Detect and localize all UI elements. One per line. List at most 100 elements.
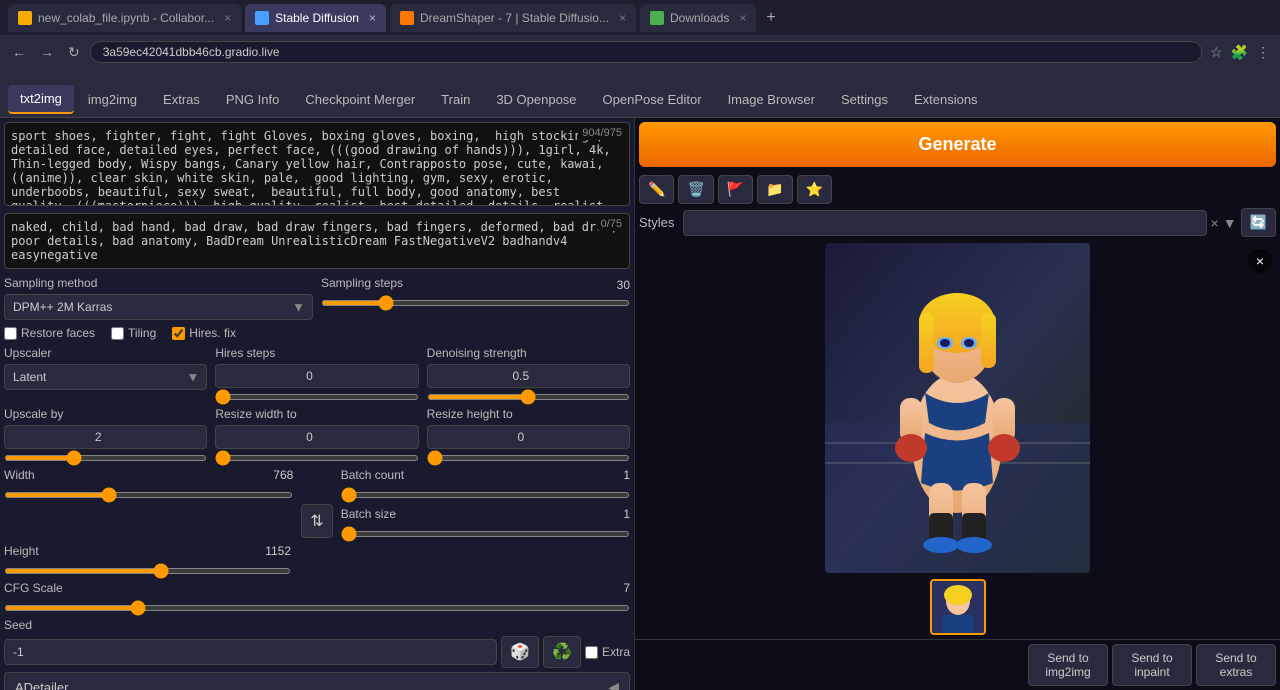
trash-icon[interactable]: 🗑️: [678, 175, 713, 204]
batch-count-section: Batch count 1: [341, 468, 630, 501]
hires-fix-label: Hires. fix: [189, 326, 236, 340]
batch-size-value: 1: [623, 507, 630, 525]
sampling-steps-slider[interactable]: [321, 300, 630, 306]
flag-icon[interactable]: 🚩: [718, 175, 753, 204]
seed-row: -1 🎲 ♻️ Extra: [4, 636, 630, 668]
nav-txt2img[interactable]: txt2img: [8, 85, 74, 114]
batch-size-label: Batch size: [341, 507, 396, 521]
hires-steps-slider[interactable]: [215, 394, 418, 400]
sampling-method-label: Sampling method: [4, 276, 313, 290]
batch-count-slider[interactable]: [341, 492, 630, 498]
hires-fix-checkbox[interactable]: Hires. fix: [172, 326, 236, 340]
resize-h-label: Resize height to: [427, 407, 630, 421]
denoising-input[interactable]: [427, 364, 630, 388]
right-panel: Generate ✏️ 🗑️ 🚩 📁 ⭐ Styles × ▼ 🔄: [635, 118, 1280, 690]
nav-settings[interactable]: Settings: [829, 86, 900, 113]
upscale-by-slider[interactable]: [4, 455, 207, 461]
styles-label: Styles: [639, 215, 679, 230]
hires-steps-input[interactable]: [215, 364, 418, 388]
bookmark-button[interactable]: ☆: [1208, 42, 1225, 63]
height-slider[interactable]: [4, 568, 291, 574]
nav-png-info[interactable]: PNG Info: [214, 86, 291, 113]
restore-faces-checkbox[interactable]: Restore faces: [4, 326, 95, 340]
send-to-inpaint-button[interactable]: Send toinpaint: [1112, 644, 1192, 686]
batch-size-slider[interactable]: [341, 531, 630, 537]
tab-colab-close[interactable]: ×: [224, 11, 231, 25]
tab-sd-label: Stable Diffusion: [275, 11, 359, 25]
styles-row: Styles × ▼ 🔄: [635, 208, 1280, 241]
tab-downloads[interactable]: Downloads ×: [640, 4, 756, 32]
positive-prompt-input[interactable]: sport shoes, fighter, fight, fight Glove…: [4, 122, 630, 206]
nav-extras[interactable]: Extras: [151, 86, 212, 113]
styles-refresh-button[interactable]: 🔄: [1241, 208, 1276, 237]
address-input[interactable]: 3a59ec42041dbb46cb.gradio.live: [90, 41, 1202, 63]
tab-sd-close[interactable]: ×: [369, 11, 376, 25]
tiling-checkbox[interactable]: Tiling: [111, 326, 156, 340]
restore-faces-input[interactable]: [4, 327, 17, 340]
cfg-slider[interactable]: [4, 605, 630, 611]
tab-dreamshaper-label: DreamShaper - 7 | Stable Diffusio...: [420, 11, 609, 25]
edit-icon[interactable]: ✏️: [639, 175, 674, 204]
resize-w-slider[interactable]: [215, 455, 418, 461]
colab-favicon: [18, 11, 32, 25]
nav-extensions[interactable]: Extensions: [902, 86, 990, 113]
adetailer-section[interactable]: ADetailer ◀: [4, 672, 630, 690]
extensions-button[interactable]: 🧩: [1229, 42, 1250, 63]
spacer: [299, 544, 335, 577]
denoising-label: Denoising strength: [427, 346, 630, 360]
resize-h-input[interactable]: [427, 425, 630, 449]
reload-button[interactable]: ↻: [64, 42, 84, 63]
main-content: sport shoes, fighter, fight, fight Glove…: [0, 118, 1280, 690]
tab-sd[interactable]: Stable Diffusion ×: [245, 4, 386, 32]
adetailer-chevron-icon: ◀: [608, 679, 619, 690]
tab-colab[interactable]: new_colab_file.ipynb - Collabor... ×: [8, 4, 241, 32]
resize-h-slider[interactable]: [427, 455, 630, 461]
generate-button[interactable]: Generate: [639, 122, 1276, 167]
styles-input[interactable]: [683, 210, 1207, 236]
nav-openpose-editor[interactable]: OpenPose Editor: [591, 86, 714, 113]
resize-w-input[interactable]: [215, 425, 418, 449]
tab-dreamshaper-close[interactable]: ×: [619, 11, 626, 25]
close-image-button[interactable]: ×: [1248, 249, 1272, 273]
star-icon[interactable]: ⭐: [797, 175, 832, 204]
dreamshaper-favicon: [400, 11, 414, 25]
send-to-bar: Send toimg2img Send toinpaint Send toext…: [635, 639, 1280, 690]
extra-input[interactable]: [585, 646, 598, 659]
seed-label: Seed: [4, 618, 630, 632]
width-slider[interactable]: [4, 492, 293, 498]
height-value: 1152: [265, 544, 291, 562]
tab-downloads-close[interactable]: ×: [739, 11, 746, 25]
nav-image-browser[interactable]: Image Browser: [716, 86, 827, 113]
swap-dims-button[interactable]: ⇅: [301, 504, 332, 538]
back-button[interactable]: ←: [8, 42, 30, 62]
thumbnail-1[interactable]: [930, 579, 986, 635]
restore-faces-label: Restore faces: [21, 326, 95, 340]
hires-fix-input[interactable]: [172, 327, 185, 340]
menu-button[interactable]: ⋮: [1254, 42, 1272, 63]
nav-3d-openpose[interactable]: 3D Openpose: [484, 86, 588, 113]
upscaler-select[interactable]: Latent: [4, 364, 207, 390]
nav-checkpoint-merger[interactable]: Checkpoint Merger: [293, 86, 427, 113]
negative-prompt-input[interactable]: naked, child, bad hand, bad draw, bad dr…: [4, 213, 630, 269]
height-row: Height 1152: [4, 544, 630, 577]
nav-train[interactable]: Train: [429, 86, 482, 113]
upscale-row: Upscale by Resize width to Resize height…: [4, 407, 630, 464]
new-tab-button[interactable]: +: [760, 9, 781, 27]
send-to-extras-button[interactable]: Send toextras: [1196, 644, 1276, 686]
styles-clear-button[interactable]: ×: [1211, 215, 1219, 231]
extra-checkbox[interactable]: Extra: [585, 645, 630, 659]
forward-button[interactable]: →: [36, 42, 58, 62]
zip-icon[interactable]: 📁: [757, 175, 792, 204]
styles-dropdown-button[interactable]: ▼: [1223, 215, 1237, 231]
recycle-button[interactable]: ♻️: [543, 636, 581, 668]
send-to-img2img-button[interactable]: Send toimg2img: [1028, 644, 1108, 686]
tab-dreamshaper[interactable]: DreamShaper - 7 | Stable Diffusio... ×: [390, 4, 636, 32]
dice-button[interactable]: 🎲: [501, 636, 539, 668]
tiling-input[interactable]: [111, 327, 124, 340]
sampling-method-select[interactable]: DPM++ 2M Karras: [4, 294, 313, 320]
seed-input[interactable]: -1: [4, 639, 497, 665]
nav-img2img[interactable]: img2img: [76, 86, 149, 113]
positive-prompt-area: sport shoes, fighter, fight, fight Glove…: [4, 122, 630, 209]
denoising-slider[interactable]: [427, 394, 630, 400]
upscale-by-input[interactable]: [4, 425, 207, 449]
